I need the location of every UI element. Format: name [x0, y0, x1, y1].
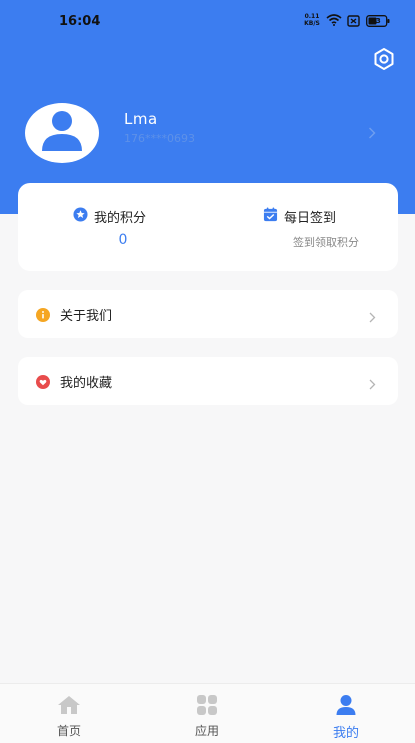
tab-apps[interactable]: 应用 [138, 684, 276, 743]
points-card: 我的积分 0 每日签到 签到领取积分 [18, 183, 398, 271]
daily-checkin-title: 每日签到 [263, 207, 336, 226]
profile-icon [334, 694, 358, 716]
tab-mine[interactable]: 我的 [277, 684, 415, 743]
calendar-check-icon [263, 207, 278, 226]
network-speed: 0.11 KB/S [302, 13, 322, 27]
my-points-value: 0 [118, 232, 128, 248]
my-points-button[interactable]: 我的积分 0 [18, 183, 208, 271]
tab-label: 我的 [332, 726, 359, 741]
chevron-right-icon [369, 375, 376, 394]
tab-home[interactable]: 首页 [0, 684, 138, 743]
heart-icon [36, 374, 50, 393]
avatar[interactable] [25, 103, 99, 163]
network-speed-value: 0.11 [304, 13, 320, 20]
no-sim-icon [347, 15, 360, 31]
username: Lma [124, 110, 158, 128]
info-icon [36, 307, 50, 326]
battery-icon: 43 [366, 15, 390, 31]
settings-button[interactable] [370, 47, 398, 75]
tab-label: 应用 [194, 724, 219, 738]
status-time: 16:04 [59, 14, 101, 29]
menu-item-favorites[interactable]: 我的收藏 [18, 357, 398, 405]
my-points-title: 我的积分 [73, 207, 146, 226]
menu-item-label: 我的收藏 [60, 376, 113, 391]
profile-row[interactable]: Lma 176****0693 [0, 100, 415, 166]
screen: 16:04 0.11 KB/S 43 Lma 176****0693 我的积分 … [0, 0, 415, 743]
tab-label: 首页 [56, 724, 81, 738]
apps-grid-icon [195, 694, 219, 716]
network-speed-unit: KB/S [304, 20, 320, 27]
menu-item-label: 关于我们 [60, 309, 113, 324]
status-bar: 16:04 0.11 KB/S 43 [0, 0, 415, 44]
daily-checkin-sublabel: 签到领取积分 [293, 236, 359, 249]
star-badge-icon [73, 207, 88, 226]
hexagon-settings-icon [372, 47, 396, 75]
battery-level: 43 [371, 17, 381, 25]
daily-checkin-button[interactable]: 每日签到 签到领取积分 [208, 183, 398, 271]
chevron-right-icon [369, 308, 376, 327]
home-icon [57, 694, 81, 716]
menu-item-about-us[interactable]: 关于我们 [18, 290, 398, 338]
user-avatar-icon [37, 109, 87, 157]
bottom-tab-bar: 首页 应用 我的 [0, 683, 415, 743]
chevron-right-icon [368, 124, 376, 143]
my-points-label: 我的积分 [94, 211, 147, 226]
phone-number: 176****0693 [124, 132, 195, 145]
wifi-icon [326, 14, 342, 30]
daily-checkin-label: 每日签到 [284, 211, 337, 226]
